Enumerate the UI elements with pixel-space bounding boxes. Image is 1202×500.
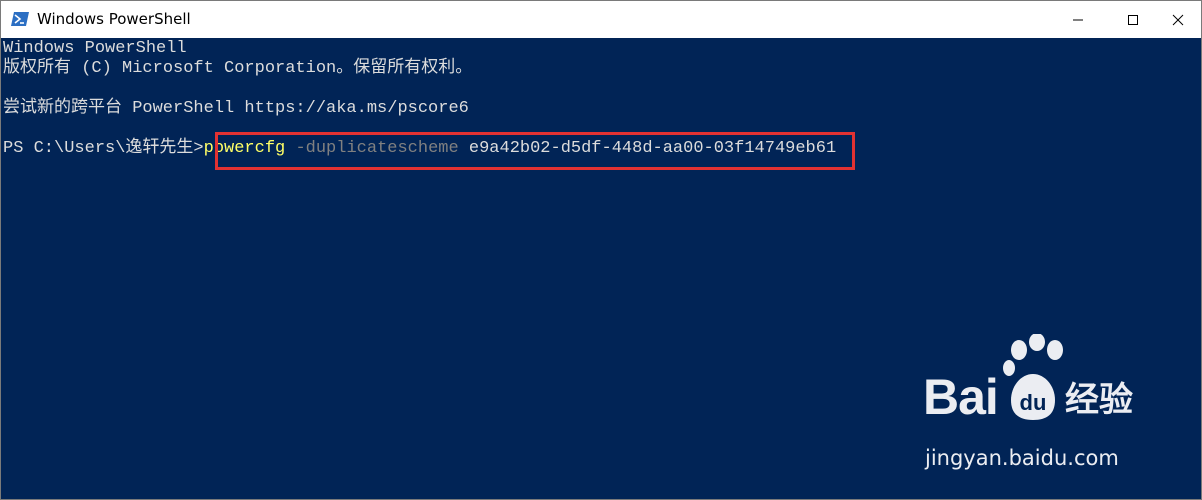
watermark-url: jingyan.baidu.com xyxy=(925,446,1119,470)
baidu-jingyan-watermark: Bai du 经验 jingyan.baidu.com xyxy=(923,334,1153,474)
title-bar[interactable]: Windows PowerShell xyxy=(1,1,1201,38)
window-title: Windows PowerShell xyxy=(37,10,191,28)
command-highlight-box xyxy=(215,132,855,170)
watermark-logo-bai: Bai xyxy=(923,369,999,425)
banner-copyright: 版权所有 (C) Microsoft Corporation。保留所有权利。 xyxy=(3,59,473,78)
watermark-logo-du: du xyxy=(1020,390,1047,415)
prompt: PS C:\Users\逸轩先生> xyxy=(3,139,204,158)
minimize-icon xyxy=(1073,19,1083,20)
minimize-button[interactable] xyxy=(1055,1,1101,38)
watermark-brand-cn: 经验 xyxy=(1065,381,1133,419)
banner-title: Windows PowerShell xyxy=(3,39,187,58)
maximize-icon xyxy=(1128,14,1138,25)
paw-du-icon: du xyxy=(1011,374,1055,420)
banner-pscore-link: 尝试新的跨平台 PowerShell https://aka.ms/pscore… xyxy=(3,99,469,118)
powershell-icon xyxy=(11,12,29,26)
powershell-window: Windows PowerShell Windows PowerShell 版权… xyxy=(0,0,1202,500)
close-button[interactable] xyxy=(1155,1,1201,38)
maximize-button[interactable] xyxy=(1110,1,1156,38)
close-icon xyxy=(1172,14,1184,25)
